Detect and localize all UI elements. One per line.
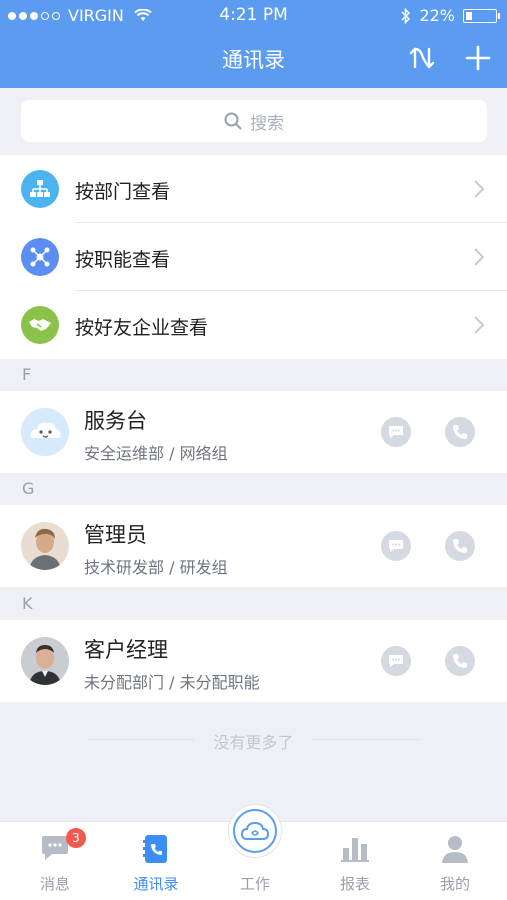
menu-item-label: 按职能查看 (75, 249, 171, 271)
contact-department: 安全运维部 / 网络组 (84, 444, 228, 463)
unread-badge: 3 (66, 828, 86, 848)
add-icon[interactable] (460, 40, 496, 76)
header: VIRGIN 4:21 PM 22% 通讯录 (0, 0, 507, 88)
menu-item-label: 按好友企业查看 (75, 317, 209, 339)
search-placeholder: 搜索 (250, 113, 284, 134)
tab-reports[interactable]: 报表 (305, 822, 405, 900)
person-icon (440, 834, 470, 868)
contact-name: 管理员 (84, 523, 147, 547)
message-button[interactable] (381, 531, 411, 561)
chat-bubble-icon (389, 426, 403, 438)
menu-item-label: 按部门查看 (75, 181, 171, 203)
battery-icon (463, 8, 500, 23)
message-button[interactable] (381, 417, 411, 447)
work-button[interactable] (228, 804, 282, 858)
function-icon (21, 238, 59, 276)
phone-icon (453, 539, 467, 553)
bluetooth-icon (401, 7, 411, 24)
tab-contacts[interactable]: 通讯录 (106, 822, 206, 900)
cloud-icon (233, 809, 277, 853)
tab-label: 通讯录 (133, 875, 179, 893)
tab-label: 工作 (239, 875, 270, 893)
photo-avatar (21, 637, 69, 685)
view-options-list: 按部门查看 按职能查看 按好友企业查看 (0, 155, 507, 359)
menu-item-by-partner[interactable]: 按好友企业查看 (0, 291, 507, 359)
sort-icon[interactable] (404, 40, 440, 76)
chevron-right-icon (474, 316, 485, 334)
phone-icon (453, 425, 467, 439)
contact-department: 技术研发部 / 研发组 (84, 558, 228, 577)
tab-label: 消息 (39, 875, 70, 893)
cloud-mascot-avatar (21, 408, 69, 456)
menu-item-by-department[interactable]: 按部门查看 (0, 155, 507, 223)
message-button[interactable] (381, 646, 411, 676)
section-header: F (0, 359, 507, 391)
bar-chart-icon (340, 834, 370, 866)
search-area: 搜索 (0, 88, 507, 155)
contact-row[interactable]: 管理员 技术研发部 / 研发组 (0, 505, 507, 587)
chevron-right-icon (474, 248, 485, 266)
tab-label: 报表 (339, 875, 370, 893)
contact-row[interactable]: 服务台 安全运维部 / 网络组 (0, 391, 507, 473)
photo-avatar (21, 522, 69, 570)
chat-bubble-icon (389, 655, 403, 667)
section-header: G (0, 473, 507, 505)
search-icon (224, 112, 242, 130)
tab-messages[interactable]: 3 消息 (5, 822, 105, 900)
phone-icon (453, 654, 467, 668)
menu-item-by-function[interactable]: 按职能查看 (0, 223, 507, 291)
search-input[interactable]: 搜索 (21, 100, 487, 142)
battery-percent: 22% (419, 6, 455, 25)
status-bar: VIRGIN 4:21 PM 22% (0, 0, 507, 30)
handshake-icon (21, 306, 59, 344)
chat-icon: 3 (40, 828, 86, 866)
contact-name: 客户经理 (84, 638, 168, 662)
contacts-icon (142, 834, 170, 868)
contact-name: 服务台 (84, 409, 147, 433)
chevron-right-icon (474, 180, 485, 198)
tab-me[interactable]: 我的 (405, 822, 505, 900)
no-more-text: 没有更多了 (213, 733, 294, 752)
tab-label: 我的 (439, 875, 470, 893)
call-button[interactable] (445, 531, 475, 561)
end-of-list: 没有更多了 (0, 725, 507, 755)
org-chart-icon (21, 170, 59, 208)
chat-bubble-icon (389, 540, 403, 552)
call-button[interactable] (445, 646, 475, 676)
contact-row[interactable]: 客户经理 未分配部门 / 未分配职能 (0, 620, 507, 702)
section-header: K (0, 588, 507, 620)
call-button[interactable] (445, 417, 475, 447)
contact-department: 未分配部门 / 未分配职能 (84, 673, 260, 692)
